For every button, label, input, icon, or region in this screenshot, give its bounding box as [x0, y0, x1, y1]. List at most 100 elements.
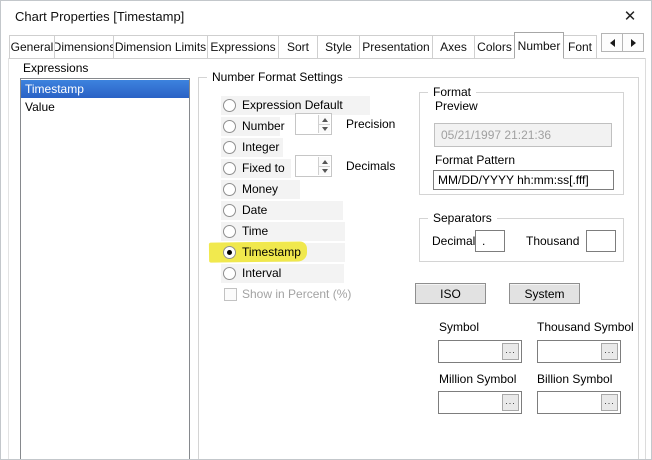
option-label: Time: [242, 224, 269, 238]
thousand-symbol-browse-button[interactable]: ...: [601, 343, 618, 360]
option-label: Interval: [242, 266, 282, 280]
billion-symbol-label: Billion Symbol: [537, 372, 613, 386]
arrow-left-icon: [609, 38, 615, 47]
radio-time[interactable]: [223, 225, 236, 238]
option-label: Expression Default: [242, 98, 343, 112]
symbol-browse-button[interactable]: ...: [502, 343, 519, 360]
format-group-title: Format: [428, 85, 477, 99]
spinner-arrows: [318, 157, 330, 175]
precision-spinner[interactable]: [295, 113, 332, 135]
tab-dimensions[interactable]: Dimensions: [54, 35, 114, 58]
radio-integer[interactable]: [223, 141, 236, 154]
thousand-symbol-label: Thousand Symbol: [537, 320, 634, 334]
thousand-separator-input[interactable]: [586, 230, 616, 252]
chevron-down-icon: [321, 127, 328, 131]
tab-expressions[interactable]: Expressions: [207, 35, 279, 58]
tab-number[interactable]: Number: [514, 32, 564, 59]
chevron-up-icon: [321, 159, 328, 164]
chevron-down-icon: [321, 169, 328, 173]
symbol-field: ...: [438, 340, 522, 363]
tab-presentation[interactable]: Presentation: [359, 35, 433, 58]
radio-date[interactable]: [223, 204, 236, 217]
thousand-symbol-field: ...: [537, 340, 621, 363]
million-symbol-input[interactable]: [440, 393, 500, 412]
radio-money[interactable]: [223, 183, 236, 196]
ellipsis-icon: ...: [505, 396, 516, 406]
radio-option-interval[interactable]: Interval: [199, 264, 638, 283]
separators-group-title: Separators: [428, 211, 497, 225]
preview-label: Preview: [435, 99, 478, 113]
symbol-input[interactable]: [440, 342, 500, 361]
decimals-input[interactable]: [297, 157, 318, 175]
tab-scroll-right-button[interactable]: [622, 33, 644, 52]
option-label: Integer: [242, 140, 280, 154]
chevron-up-icon: [321, 117, 328, 122]
decimal-separator-label: Decimal: [432, 234, 476, 248]
list-item-timestamp[interactable]: Timestamp: [21, 80, 189, 98]
show-in-percent-label: Show in Percent (%): [242, 287, 352, 301]
number-format-group: Number Format Settings Expression Defaul…: [198, 70, 639, 459]
decimals-spinner-down-button[interactable]: [319, 166, 330, 175]
separators-group: Separators Decimal Thousand: [419, 211, 624, 262]
tab-sort[interactable]: Sort: [278, 35, 318, 58]
precision-spinner-down-button[interactable]: [319, 124, 330, 133]
option-label: Date: [242, 203, 268, 217]
million-symbol-field: ...: [438, 391, 522, 414]
tab-scroll-controls: [601, 33, 644, 52]
option-label: Money: [242, 182, 279, 196]
tab-colors[interactable]: Colors: [474, 35, 515, 58]
number-format-group-title: Number Format Settings: [207, 70, 348, 84]
window-title: Chart Properties [Timestamp]: [15, 9, 185, 24]
precision-spinner-up-button[interactable]: [319, 115, 330, 124]
tab-font[interactable]: Font: [563, 35, 597, 58]
tab-scroll-left-button[interactable]: [601, 33, 623, 52]
format-pattern-input[interactable]: [433, 170, 614, 190]
precision-input[interactable]: [297, 115, 318, 133]
ellipsis-icon: ...: [505, 345, 516, 355]
thousand-separator-label: Thousand: [526, 234, 580, 248]
expressions-label: Expressions: [23, 61, 89, 75]
iso-button[interactable]: ISO: [415, 283, 486, 304]
radio-expression-default[interactable]: [223, 99, 236, 112]
option-label: Number: [242, 119, 285, 133]
thousand-symbol-input[interactable]: [539, 342, 599, 361]
decimals-spinner-up-button[interactable]: [319, 157, 330, 166]
million-symbol-label: Million Symbol: [439, 372, 517, 386]
decimal-separator-input[interactable]: [475, 230, 505, 252]
radio-interval[interactable]: [223, 267, 236, 280]
close-button[interactable]: ✕: [619, 6, 641, 28]
tab-bar: General Dimensions Dimension Limits Expr…: [9, 32, 646, 59]
billion-symbol-field: ...: [537, 391, 621, 414]
billion-symbol-input[interactable]: [539, 393, 599, 412]
option-label: Timestamp: [242, 245, 301, 259]
show-in-percent-checkbox: [224, 288, 237, 301]
option-strip: [221, 201, 343, 220]
tab-axes[interactable]: Axes: [432, 35, 475, 58]
system-button[interactable]: System: [509, 283, 580, 304]
option-label: Fixed to: [242, 161, 285, 175]
ellipsis-icon: ...: [604, 396, 615, 406]
decimals-label: Decimals: [346, 159, 396, 173]
list-item-value[interactable]: Value: [21, 98, 189, 116]
close-icon: ✕: [623, 8, 637, 25]
format-group: Format Preview 05/21/1997 21:21:36 Forma…: [419, 85, 624, 195]
million-symbol-browse-button[interactable]: ...: [502, 394, 519, 411]
preview-field: 05/21/1997 21:21:36: [434, 123, 612, 147]
title-bar: Chart Properties [Timestamp] ✕: [1, 1, 651, 33]
option-strip: [221, 264, 344, 283]
tab-style[interactable]: Style: [317, 35, 360, 58]
radio-timestamp[interactable]: [223, 246, 236, 259]
ellipsis-icon: ...: [604, 345, 615, 355]
arrow-right-icon: [630, 38, 636, 47]
spinner-arrows: [318, 115, 330, 133]
tab-dimension-limits[interactable]: Dimension Limits: [113, 35, 208, 58]
expressions-listbox: Timestamp Value: [20, 78, 190, 459]
decimals-spinner[interactable]: [295, 155, 332, 177]
radio-fixed-to[interactable]: [223, 162, 236, 175]
chart-properties-dialog: Chart Properties [Timestamp] ✕ General D…: [0, 0, 652, 460]
format-pattern-label: Format Pattern: [435, 153, 516, 167]
billion-symbol-browse-button[interactable]: ...: [601, 394, 618, 411]
option-strip: [221, 222, 345, 241]
radio-number[interactable]: [223, 120, 236, 133]
tab-general[interactable]: General: [9, 35, 55, 58]
